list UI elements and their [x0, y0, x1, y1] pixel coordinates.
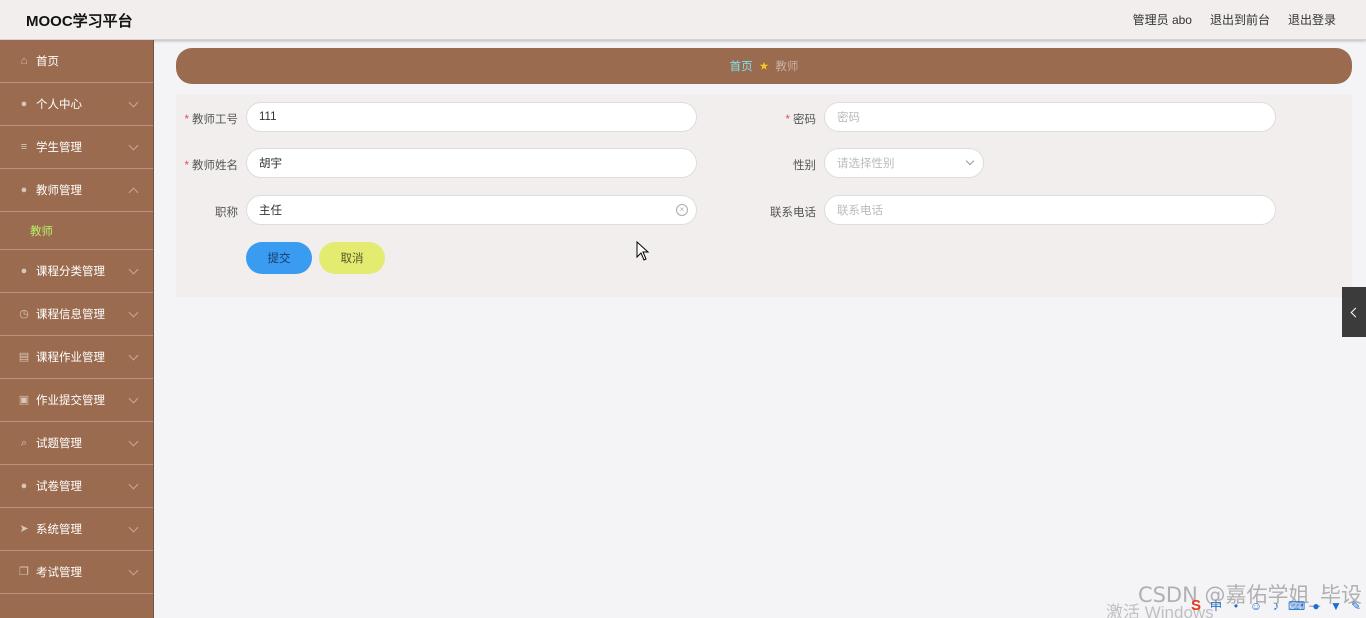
submit-button[interactable]: 提交: [246, 242, 312, 274]
collapse-panel-button[interactable]: [1342, 287, 1366, 337]
wrench-icon[interactable]: ✎: [1348, 598, 1364, 614]
user-icon[interactable]: ●: [1308, 598, 1324, 614]
title-label: 职称: [215, 207, 238, 219]
sidebar-item-system[interactable]: ➤ 系统管理: [0, 508, 153, 551]
chevron-down-icon: [965, 156, 975, 166]
logout-link[interactable]: 退出登录: [1288, 11, 1336, 28]
gender-label: 性别: [793, 160, 816, 172]
chevron-down-icon: [128, 350, 139, 361]
teacher-no-label: * 教师工号: [184, 114, 238, 126]
send-icon: ➤: [19, 523, 29, 535]
sidebar-item-label: 考试管理: [36, 567, 82, 579]
mouse-cursor-icon: [636, 241, 650, 261]
chevron-down-icon: [128, 436, 139, 447]
breadcrumb: 首页 ★ 教师: [176, 48, 1352, 84]
sidebar-item-course-homework[interactable]: ▤ 课程作业管理: [0, 336, 153, 379]
shirt-icon[interactable]: ▼: [1328, 598, 1344, 614]
chevron-down-icon: [128, 522, 139, 533]
sidebar-item-label: 试题管理: [36, 438, 82, 450]
breadcrumb-home[interactable]: 首页: [730, 58, 753, 74]
phone-label: 联系电话: [770, 207, 816, 219]
app-title: MOOC学习平台: [26, 13, 133, 30]
mic-icon[interactable]: ♪: [1268, 598, 1284, 614]
user-icon: ●: [20, 98, 28, 110]
user-icon: ●: [20, 480, 28, 492]
sidebar-item-papers[interactable]: ● 试卷管理: [0, 465, 153, 508]
star-icon: ★: [758, 59, 770, 73]
sidebar-item-label: 作业提交管理: [36, 395, 105, 407]
gender-select[interactable]: 请选择性别: [824, 148, 984, 178]
top-bar: MOOC学习平台 管理员 abo 退出到前台 退出登录: [0, 0, 1366, 40]
back-to-front-link[interactable]: 退出到前台: [1210, 11, 1270, 28]
top-links: 管理员 abo 退出到前台 退出登录: [1133, 11, 1336, 28]
sidebar-subitem-teacher[interactable]: 教师: [0, 212, 153, 250]
sidebar-item-questions[interactable]: ⌕ 试题管理: [0, 422, 153, 465]
chevron-up-icon: [128, 187, 139, 198]
user-icon: ●: [20, 265, 28, 277]
home-icon: ⌂: [20, 55, 28, 67]
cancel-button[interactable]: 取消: [319, 242, 385, 274]
password-label: * 密码: [785, 114, 816, 126]
sidebar-item-home[interactable]: ⌂ 首页: [0, 40, 153, 83]
sidebar-item-label: 课程分类管理: [36, 266, 105, 278]
list-icon: ≡: [20, 141, 28, 153]
breadcrumb-current: 教师: [775, 61, 799, 73]
sidebar-item-label: 教师管理: [36, 185, 82, 197]
clear-icon[interactable]: ×: [676, 204, 688, 216]
title-field[interactable]: 主任 ×: [246, 195, 697, 225]
chevron-down-icon: [128, 479, 139, 490]
copy-icon: ❐: [19, 566, 29, 578]
phone-field[interactable]: 联系电话: [824, 195, 1276, 225]
sidebar-item-homework-submit[interactable]: ▣ 作业提交管理: [0, 379, 153, 422]
chinese-mode-icon[interactable]: 中: [1208, 598, 1224, 614]
sidebar-item-label: 学生管理: [36, 142, 82, 154]
punctuation-icon[interactable]: •: [1228, 598, 1244, 614]
clipboard-icon: ▣: [18, 394, 30, 406]
chevron-down-icon: [128, 264, 139, 275]
sidebar-item-exams[interactable]: ❐ 考试管理: [0, 551, 153, 594]
keyboard-icon[interactable]: ⌨: [1288, 598, 1305, 614]
chevron-left-icon: [1350, 307, 1361, 317]
sidebar-item-label: 试卷管理: [36, 481, 82, 493]
chevron-down-icon: [128, 393, 139, 404]
sogou-icon[interactable]: S: [1188, 598, 1204, 614]
sidebar-item-teachers[interactable]: ● 教师管理: [0, 169, 153, 212]
sidebar-item-students[interactable]: ≡ 学生管理: [0, 126, 153, 169]
teacher-name-label: * 教师姓名: [184, 160, 238, 172]
search-icon: ⌕: [20, 437, 28, 449]
chevron-down-icon: [128, 565, 139, 576]
sidebar-item-personal[interactable]: ● 个人中心: [0, 83, 153, 126]
teacher-name-field[interactable]: 胡宇: [246, 148, 697, 178]
emoji-icon[interactable]: ☺: [1248, 598, 1264, 614]
sidebar-item-label: 课程作业管理: [36, 352, 105, 364]
sidebar-item-label: 系统管理: [36, 524, 82, 536]
chevron-down-icon: [128, 307, 139, 318]
doc-icon: ▤: [18, 351, 30, 363]
pin-icon: ●: [20, 184, 28, 196]
sidebar-item-course-info[interactable]: ◷ 课程信息管理: [0, 293, 153, 336]
ime-toolbar: S 中 • ☺ ♪ ⌨ ● ▼ ✎: [1188, 598, 1364, 614]
chevron-down-icon: [128, 140, 139, 151]
sidebar-item-label: 个人中心: [36, 99, 82, 111]
sidebar: ⌂ 首页 ● 个人中心 ≡ 学生管理 ● 教师管理 教师 ● 课程分类管理 ◷ …: [0, 40, 154, 618]
clock-icon: ◷: [19, 308, 29, 320]
sidebar-item-label: 课程信息管理: [36, 309, 105, 321]
sidebar-item-label: 首页: [36, 56, 59, 68]
admin-user-label[interactable]: 管理员 abo: [1133, 11, 1192, 28]
sidebar-item-course-category[interactable]: ● 课程分类管理: [0, 250, 153, 293]
teacher-no-field[interactable]: 111: [246, 102, 697, 132]
chevron-down-icon: [128, 97, 139, 108]
password-field[interactable]: 密码: [824, 102, 1276, 132]
